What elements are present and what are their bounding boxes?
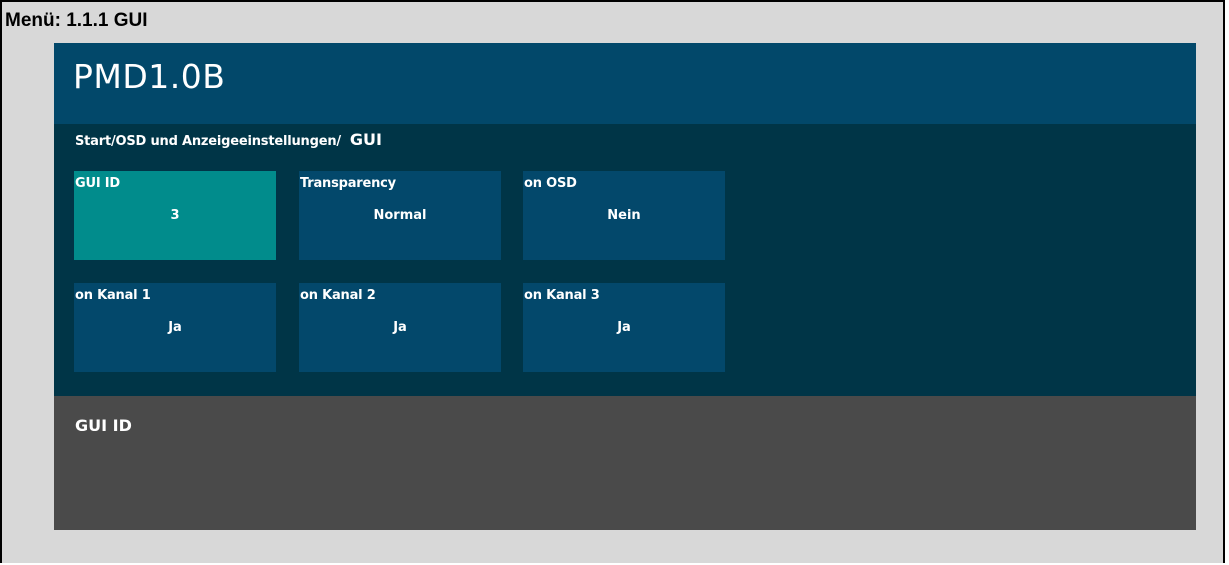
tile-gui-id[interactable]: GUI ID 3 <box>74 171 276 260</box>
app-title: PMD1.0B <box>73 57 226 96</box>
document-caption: Menü: 1.1.1 GUI <box>5 10 148 31</box>
breadcrumb: Start/OSD und Anzeigeeinstellungen/ GUI <box>75 130 382 154</box>
tile-label: on Kanal 2 <box>300 288 376 303</box>
tile-on-kanal-2[interactable]: on Kanal 2 Ja <box>299 283 501 372</box>
tile-on-kanal-1[interactable]: on Kanal 1 Ja <box>74 283 276 372</box>
app-header: PMD1.0B <box>54 43 1196 124</box>
settings-tile-grid: GUI ID 3 Transparency Normal on OSD Nein… <box>74 171 774 373</box>
app-window: PMD1.0B Start/OSD und Anzeigeeinstellung… <box>54 43 1196 530</box>
document-frame: Menü: 1.1.1 GUI PMD1.0B Start/OSD und An… <box>0 0 1225 563</box>
tile-label: Transparency <box>300 176 396 191</box>
tile-value: Nein <box>607 208 641 223</box>
breadcrumb-current: GUI <box>349 130 382 149</box>
tile-on-osd[interactable]: on OSD Nein <box>523 171 725 260</box>
breadcrumb-path[interactable]: Start/OSD und Anzeigeeinstellungen/ <box>75 134 341 149</box>
info-panel-title: GUI ID <box>75 416 132 435</box>
info-panel: GUI ID <box>54 396 1196 530</box>
tile-transparency[interactable]: Transparency Normal <box>299 171 501 260</box>
tile-value: 3 <box>170 208 180 223</box>
tile-value: Ja <box>617 320 631 335</box>
tile-value: Normal <box>373 208 427 223</box>
tile-label: on Kanal 3 <box>524 288 600 303</box>
tile-label: on Kanal 1 <box>75 288 151 303</box>
tile-label: GUI ID <box>75 176 121 191</box>
tile-label: on OSD <box>524 176 577 191</box>
tile-on-kanal-3[interactable]: on Kanal 3 Ja <box>523 283 725 372</box>
tile-value: Ja <box>168 320 182 335</box>
tile-value: Ja <box>393 320 407 335</box>
